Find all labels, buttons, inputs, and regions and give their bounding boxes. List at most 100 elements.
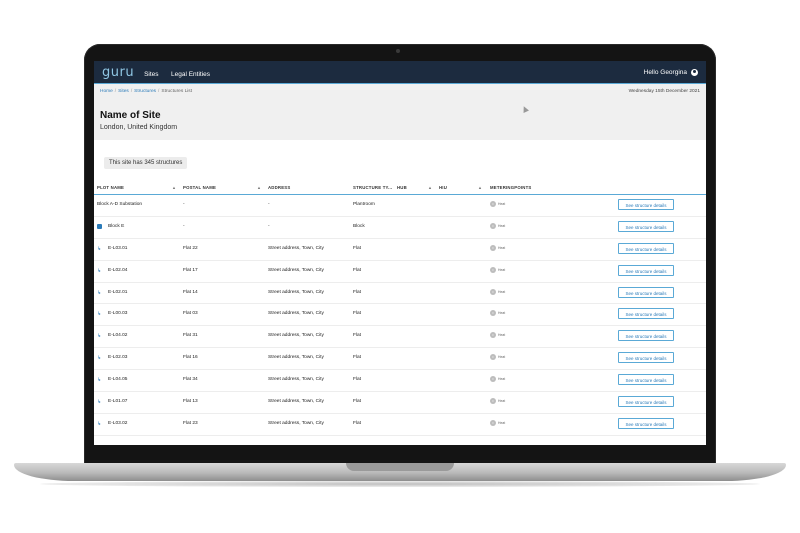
child-structure-icon: ↳ [97,311,102,318]
cell-postal-name: - [183,202,185,207]
breadcrumb-sites[interactable]: Sites [118,89,129,94]
see-structure-details-button[interactable]: See structure details [618,242,674,254]
cell-plot-name: E-L03.02 [108,420,128,426]
laptop-shadow [40,481,760,487]
heat-meter-icon: • [490,244,496,251]
column-address[interactable]: ADDRESS [268,185,290,190]
logo[interactable]: guru [102,65,134,80]
see-structure-details-button[interactable]: See structure details [618,199,674,210]
see-structure-details-button[interactable]: See structure details [618,352,674,364]
see-structure-details-button[interactable]: See structure details [618,308,674,320]
cell-postal-name: Flat 23 [183,420,198,426]
meter-label: Heat [498,377,506,382]
heat-meter-icon: • [490,332,496,339]
column-plot-name[interactable]: PLOT NAME [97,185,124,190]
cell-postal-name: Flat 17 [183,267,198,273]
current-date: Wednesday 15th December 2021 [628,89,700,94]
breadcrumb-separator: / [114,89,117,94]
table-header: PLOT NAME ▲ POSTAL NAME ▲ ADDRESS STRUCT… [94,183,706,195]
cell-postal-name: Flat 14 [183,289,198,295]
cell-plot-name: E-L01.07 [108,399,128,405]
cell-address: Street address, Town, City [268,420,324,426]
see-structure-details-button[interactable]: See structure details [618,417,674,429]
user-menu[interactable]: Hello Georgina [643,68,698,76]
metering-point: • Heat [490,310,506,317]
breadcrumb-structures[interactable]: Structures [134,89,156,94]
column-hiu[interactable]: HIU [439,185,447,190]
meter-label: Heat [498,245,506,250]
site-location: London, United Kingdom [100,124,178,131]
nav-sites[interactable]: Sites [144,71,158,78]
user-greeting: Hello Georgina [643,68,687,76]
meter-label: Heat [498,311,506,316]
top-navbar: guru Sites Legal Entities Hello Georgina [94,61,706,83]
cell-plot-name: E-L02.03 [108,355,128,361]
breadcrumb-current: Structures List [161,89,193,94]
cell-plot-name: E-L03.01 [108,245,128,251]
cell-plot-name: E-L04.05 [108,377,128,383]
cell-structure-type: Flat [353,355,361,361]
column-postal-name[interactable]: POSTAL NAME [183,185,216,190]
table-row: ↳ E-L00.03 Flat 03 Street address, Town, Ci… [94,304,706,327]
heat-meter-icon: • [490,201,496,207]
cell-plot-name: Block E [108,223,125,229]
meter-label: Heat [498,333,506,338]
see-structure-details-button[interactable]: See structure details [618,220,674,232]
meter-label: Heat [498,223,506,228]
see-structure-details-button[interactable]: See structure details [618,396,674,408]
cell-address: - [268,223,270,229]
breadcrumb-separator: / [130,89,133,94]
meter-label: Heat [498,267,506,272]
cell-structure-type: Plantroom [353,202,375,207]
table-row: ↳ E-L04.02 Flat 31 Street address, Town, Ci… [94,326,706,349]
cell-plot-name: E-L00.03 [108,311,128,317]
breadcrumb-home[interactable]: Home [100,89,113,94]
cell-address: Street address, Town, City [268,355,324,361]
see-structure-details-button[interactable]: See structure details [618,264,674,276]
heat-meter-icon: • [490,310,496,317]
sort-icon[interactable]: ▲ [172,185,176,190]
metering-point: • Heat [490,201,505,207]
see-structure-details-button[interactable]: See structure details [618,286,674,298]
meter-label: Heat [498,399,506,404]
screen: guru Sites Legal Entities Hello Georgina… [94,61,706,445]
column-meteringpoints[interactable]: METERINGPOINTS [490,185,531,190]
meter-label: Heat [498,202,506,206]
heat-meter-icon: • [490,419,496,426]
checkbox-icon[interactable] [97,224,102,230]
cell-structure-type: Flat [353,311,361,317]
heat-meter-icon: • [490,354,496,361]
heat-meter-icon: • [490,288,496,295]
column-hub[interactable]: HUB [397,185,407,190]
heat-meter-icon: • [490,398,496,405]
cell-structure-type: Flat [353,267,361,273]
main-nav: Sites Legal Entities [144,63,218,81]
see-structure-details-button[interactable]: See structure details [618,330,674,342]
structure-count-badge: This site has 345 structures [104,157,188,169]
table-row: Block E - - Block • Heat See structure details [94,217,706,239]
heat-meter-icon: • [490,222,496,229]
cell-address: Street address, Town, City [268,311,324,317]
cell-postal-name: Flat 13 [183,399,198,405]
sort-icon[interactable]: ▲ [428,185,432,190]
column-structure-type[interactable]: STRUCTURE TY... [353,185,392,190]
cell-postal-name: - [183,223,185,229]
cell-postal-name: Flat 22 [183,245,198,251]
breadcrumb: Home / Sites / Structures / Structures List [100,89,192,94]
see-structure-details-button[interactable]: See structure details [618,374,674,386]
metering-point: • Heat [490,244,506,251]
cell-plot-name: Block A-D Substation [97,202,143,207]
cell-address: Street address, Town, City [268,245,324,251]
sort-icon[interactable]: ▲ [478,185,482,190]
cell-address: Street address, Town, City [268,377,324,383]
table-row: ↳ E-L02.03 Flat 16 Street address, Town, Ci… [94,348,706,371]
heat-meter-icon: • [490,266,496,273]
cell-plot-name: E-L02.01 [108,289,128,295]
cell-address: Street address, Town, City [268,289,324,295]
user-icon[interactable] [691,68,698,76]
cell-address: Street address, Town, City [268,333,324,339]
metering-point: • Heat [490,398,506,405]
cell-address: - [268,202,270,207]
sort-icon[interactable]: ▲ [257,185,261,190]
nav-legal-entities[interactable]: Legal Entities [171,71,210,78]
